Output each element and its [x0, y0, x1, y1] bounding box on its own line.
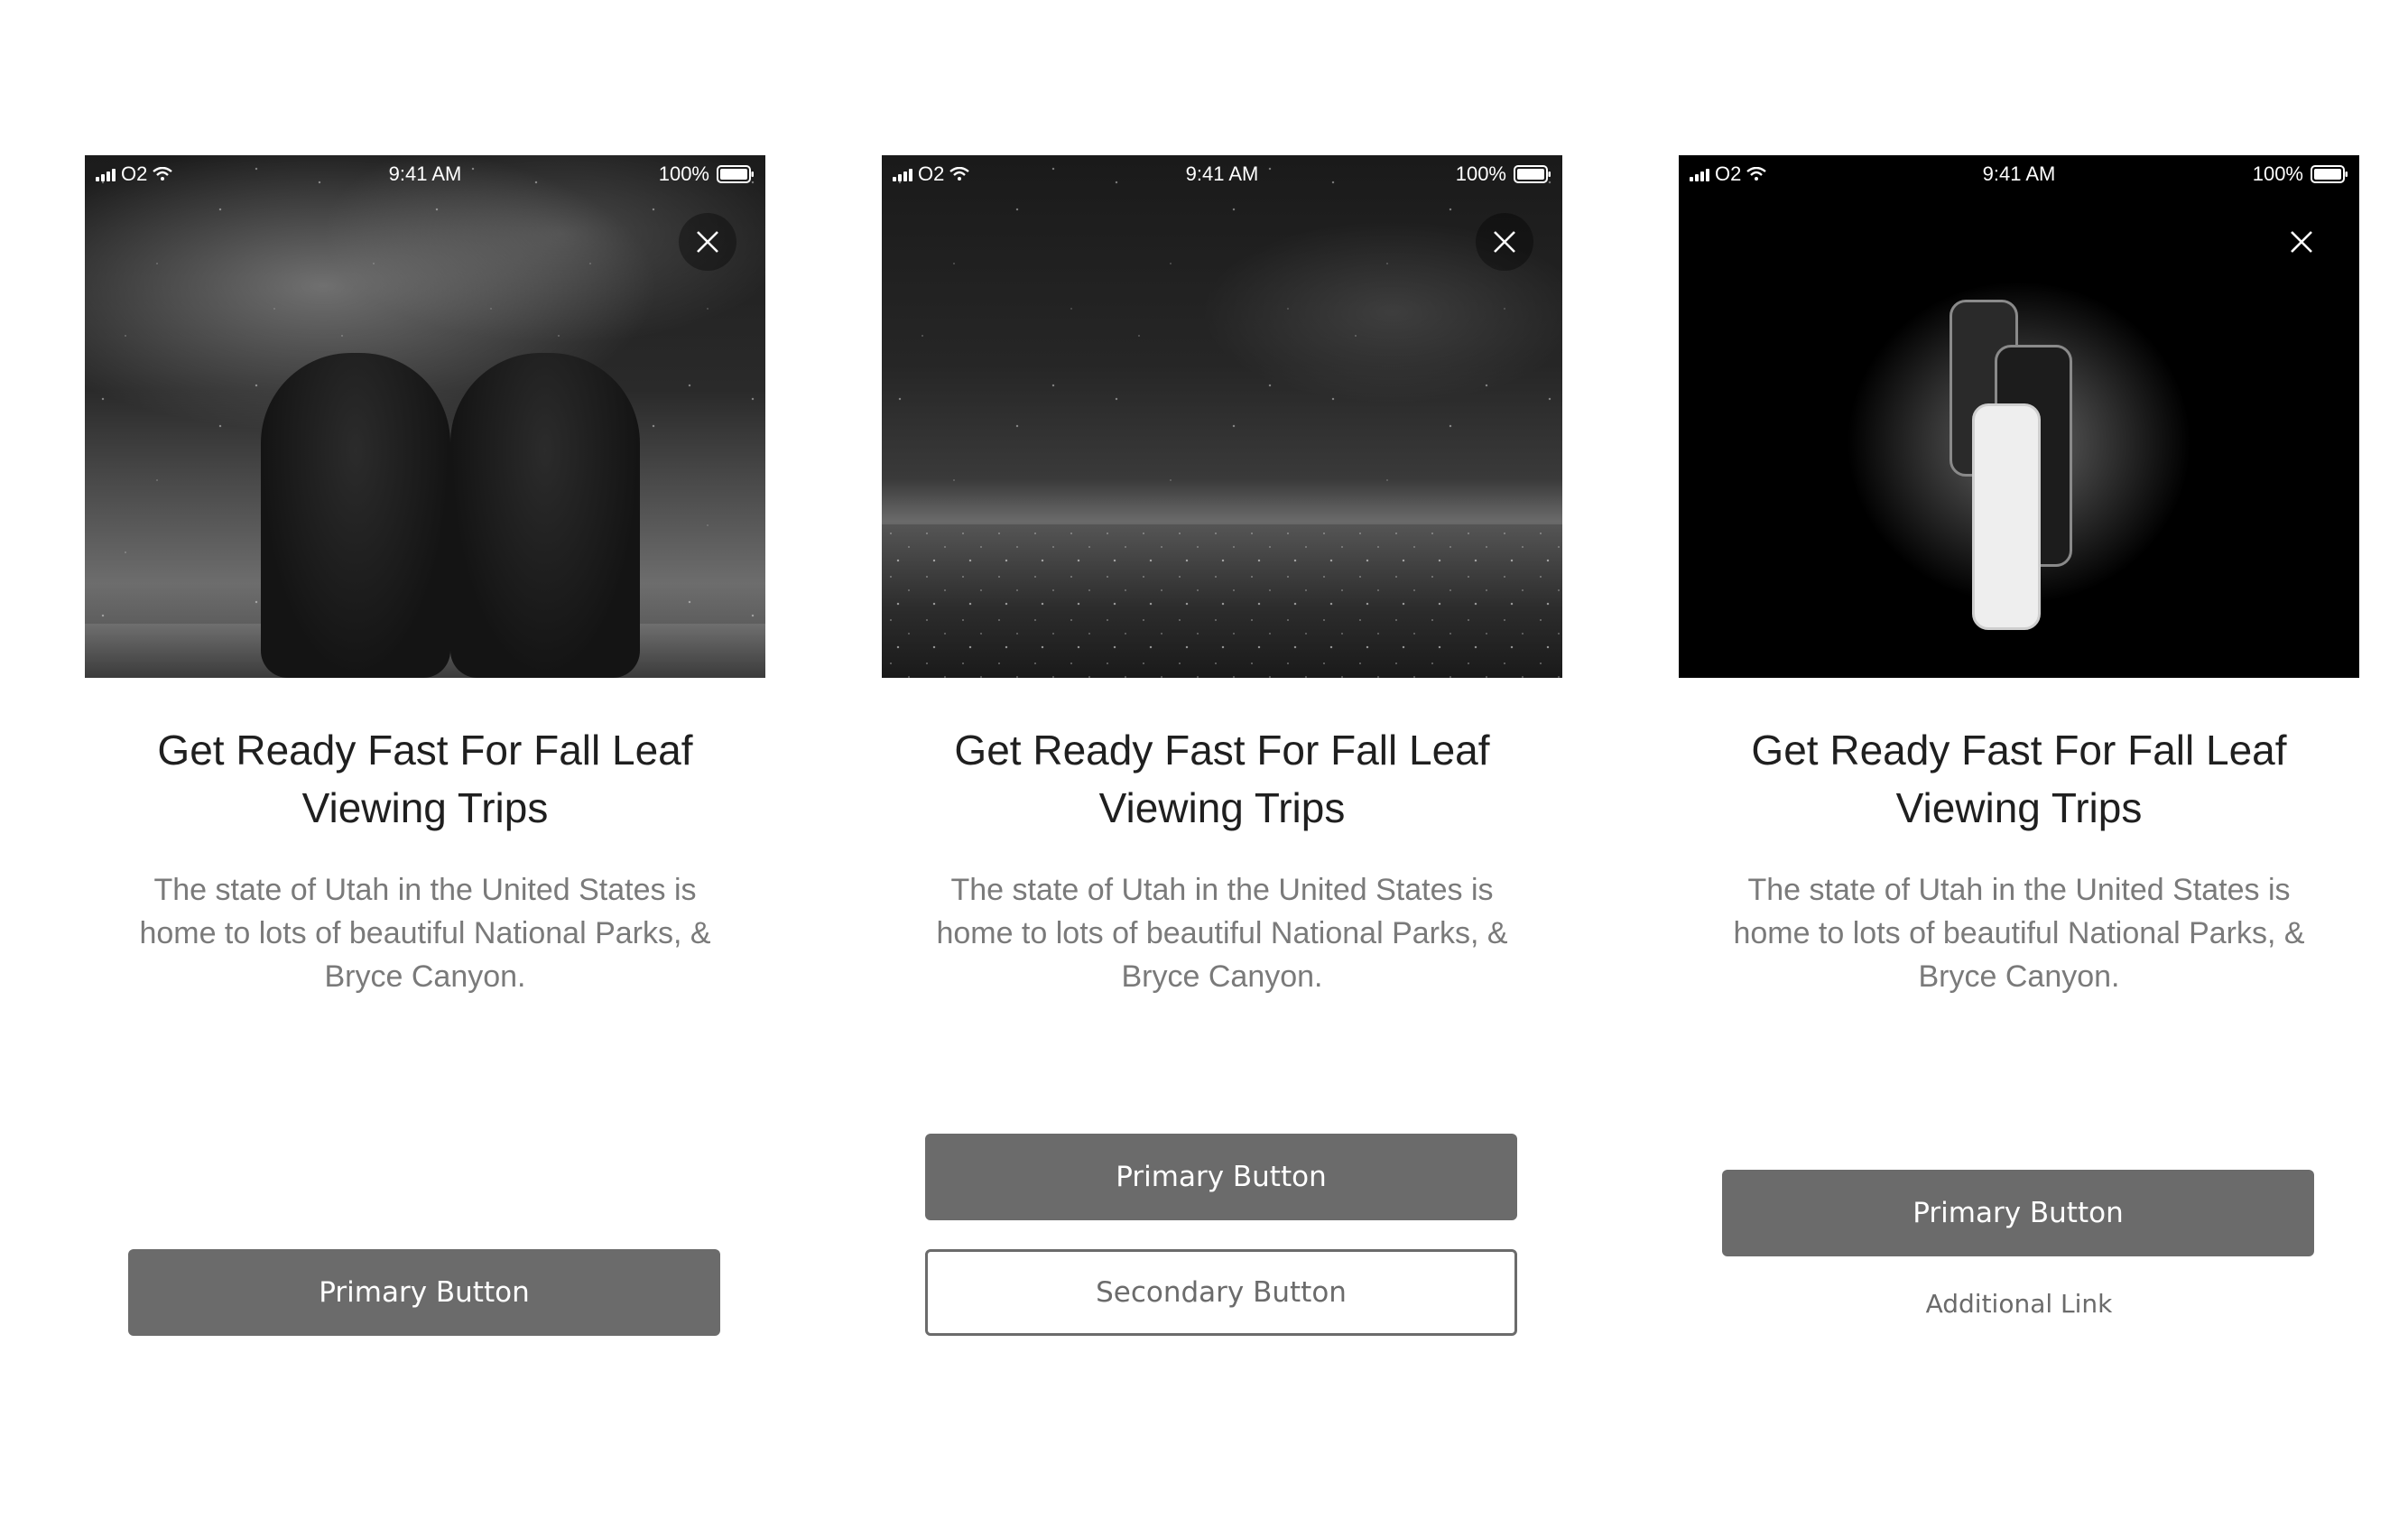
card-description: The state of Utah in the United States i… — [1733, 873, 2305, 994]
close-icon — [697, 231, 718, 253]
close-button[interactable] — [679, 213, 736, 271]
hero-image: O2 9:41 AM 100% — [1679, 155, 2359, 678]
card-description: The state of Utah in the United States i… — [936, 873, 1508, 994]
bearded-men-silhouette — [261, 317, 640, 678]
status-bar: O2 9:41 AM 100% — [1679, 155, 2359, 195]
primary-button[interactable]: Primary Button — [925, 1134, 1517, 1220]
smartphones-illustration — [1950, 300, 2094, 634]
city-lights — [882, 524, 1562, 678]
close-button[interactable] — [1476, 213, 1533, 271]
primary-button[interactable]: Primary Button — [1722, 1170, 2314, 1256]
card-title: Get Ready Fast For Fall Leaf Viewing Tri… — [157, 727, 693, 831]
close-button[interactable] — [2273, 213, 2330, 271]
modal-card-1: O2 9:41 AM 100% Get Ready Fast For Fall … — [85, 155, 765, 1383]
battery-icon — [2311, 165, 2348, 183]
close-icon — [1494, 231, 1515, 253]
hero-image: O2 9:41 AM 100% — [882, 155, 1562, 678]
status-bar: O2 9:41 AM 100% — [85, 155, 765, 195]
battery-percent: 100% — [1455, 162, 1506, 185]
battery-icon — [1514, 165, 1551, 183]
modal-card-3: O2 9:41 AM 100% Get Ready Fast For Fall … — [1679, 155, 2359, 1383]
primary-button[interactable]: Primary Button — [128, 1249, 720, 1336]
battery-percent: 100% — [658, 162, 709, 185]
close-icon — [2291, 231, 2312, 253]
additional-link[interactable]: Additional Link — [1679, 1289, 2359, 1319]
card-description: The state of Utah in the United States i… — [139, 873, 711, 994]
card-title: Get Ready Fast For Fall Leaf Viewing Tri… — [1751, 727, 2287, 831]
battery-percent: 100% — [2252, 162, 2303, 185]
battery-icon — [717, 165, 755, 183]
status-bar: O2 9:41 AM 100% — [882, 155, 1562, 195]
hero-image: O2 9:41 AM 100% — [85, 155, 765, 678]
modal-card-2: O2 9:41 AM 100% Get Ready Fast For Fall … — [882, 155, 1562, 1383]
card-title: Get Ready Fast For Fall Leaf Viewing Tri… — [954, 727, 1490, 831]
secondary-button[interactable]: Secondary Button — [925, 1249, 1517, 1336]
